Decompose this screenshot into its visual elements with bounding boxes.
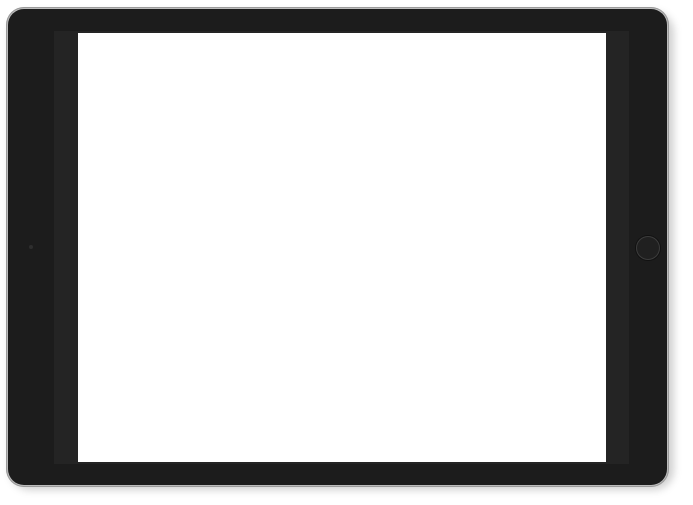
stage: [0, 0, 693, 505]
tablet-bezel: [8, 9, 667, 485]
home-button-icon[interactable]: [636, 236, 660, 260]
tablet-device: [6, 7, 669, 487]
camera-icon: [29, 245, 33, 249]
tablet-screen[interactable]: [78, 33, 606, 462]
